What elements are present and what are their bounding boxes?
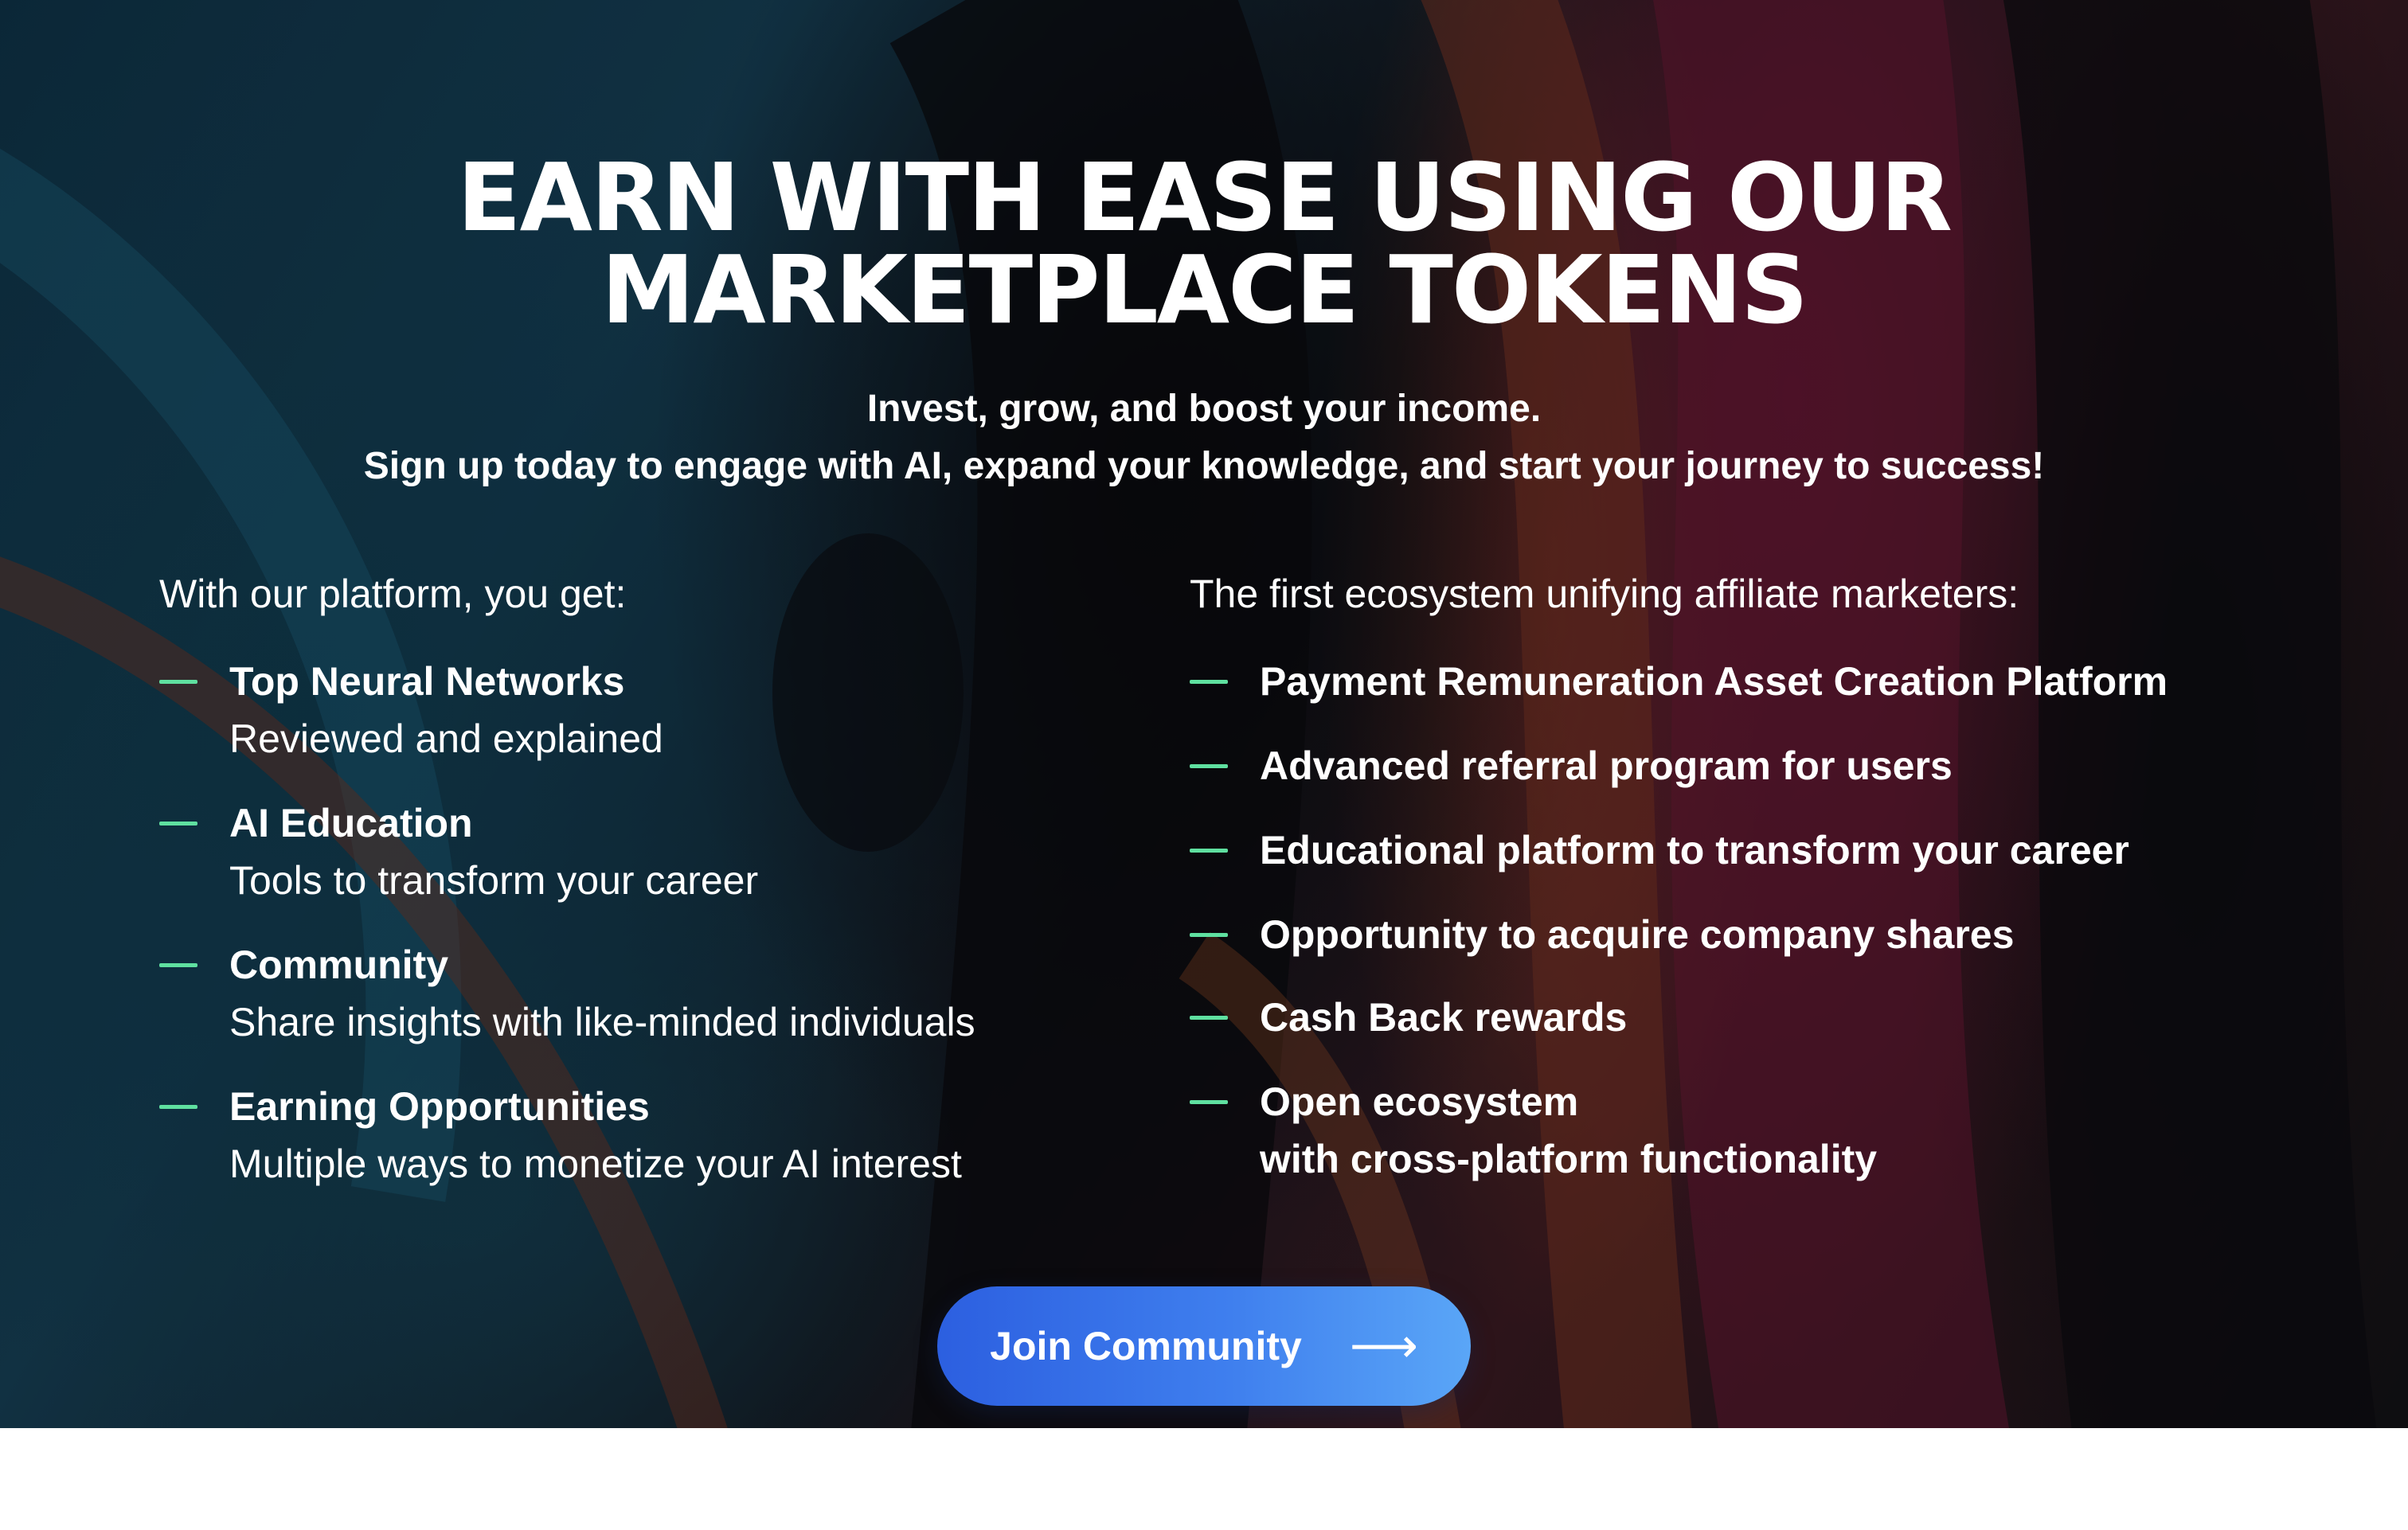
arrow-right-icon: ⟶ (1349, 1318, 1418, 1374)
dash-icon (159, 1105, 197, 1109)
hero-section: EARN WITH EASE USING OUR MARKETPLACE TOK… (0, 0, 2408, 1428)
dash-icon (1190, 764, 1228, 768)
feature-title: Cash Back rewards (1260, 995, 1628, 1040)
subheadline-line-2: Sign up today to engage with AI, expand … (363, 445, 2045, 487)
page-headline: EARN WITH EASE USING OUR MARKETPLACE TOK… (0, 142, 2408, 345)
benefit-title: Earning Opportunities (229, 1084, 650, 1129)
feature-title: Educational platform to transform your c… (1260, 828, 2129, 872)
ecosystem-features-column: The first ecosystem unifying affiliate m… (1190, 565, 2320, 1215)
dash-icon (1190, 849, 1228, 853)
dash-icon (159, 822, 197, 825)
feature-item: Educational platform to transform your c… (1190, 822, 2320, 879)
dash-icon (1190, 933, 1228, 937)
feature-item: Payment Remuneration Asset Creation Plat… (1190, 653, 2320, 710)
benefit-title: Top Neural Networks (229, 659, 625, 704)
benefit-description: Tools to transform your career (229, 858, 759, 903)
dash-icon (1190, 680, 1228, 684)
feature-item: Advanced referral program for users (1190, 737, 2320, 794)
benefit-item: Top Neural Networks Reviewed and explain… (159, 653, 1147, 767)
feature-title: Open ecosystem (1260, 1079, 1579, 1124)
benefit-description: Reviewed and explained (229, 716, 663, 761)
dash-icon (1190, 1016, 1228, 1020)
subheadline-line-1: Invest, grow, and boost your income. (866, 388, 1542, 430)
feature-title-line-2: with cross-platform functionality (1260, 1137, 1878, 1181)
feature-item: Cash Back rewards (1190, 989, 2320, 1046)
benefit-description: Share insights with like-minded individu… (229, 1000, 975, 1044)
benefit-title: Community (229, 943, 448, 987)
ecosystem-features-title: The first ecosystem unifying affiliate m… (1190, 572, 2019, 616)
feature-title: Advanced referral program for users (1260, 744, 1953, 788)
join-community-label: Join Community (990, 1324, 1302, 1368)
platform-benefits-title: With our platform, you get: (159, 572, 627, 616)
headline-line-2: MARKETPLACE TOKENS (600, 235, 1808, 345)
feature-title: Opportunity to acquire company shares (1260, 912, 2015, 957)
platform-benefits-column: With our platform, you get: Top Neural N… (159, 565, 1147, 1220)
benefit-item: AI Education Tools to transform your car… (159, 794, 1147, 909)
benefit-item: Community Share insights with like-minde… (159, 936, 1147, 1051)
dash-icon (159, 680, 197, 684)
feature-item: Open ecosystem with cross-platform funct… (1190, 1073, 2320, 1188)
benefit-item: Earning Opportunities Multiple ways to m… (159, 1078, 1147, 1192)
benefit-description: Multiple ways to monetize your AI intere… (229, 1142, 962, 1186)
feature-title: Payment Remuneration Asset Creation Plat… (1260, 659, 2168, 704)
feature-item: Opportunity to acquire company shares (1190, 906, 2320, 963)
subheadline: Invest, grow, and boost your income. Sig… (0, 381, 2408, 495)
benefit-title: AI Education (229, 801, 473, 845)
headline-line-1: EARN WITH EASE USING OUR (456, 142, 1953, 252)
join-community-button[interactable]: Join Community ⟶ (937, 1286, 1471, 1406)
dash-icon (159, 963, 197, 967)
dash-icon (1190, 1100, 1228, 1104)
page-footer-blank (0, 1428, 2408, 1530)
